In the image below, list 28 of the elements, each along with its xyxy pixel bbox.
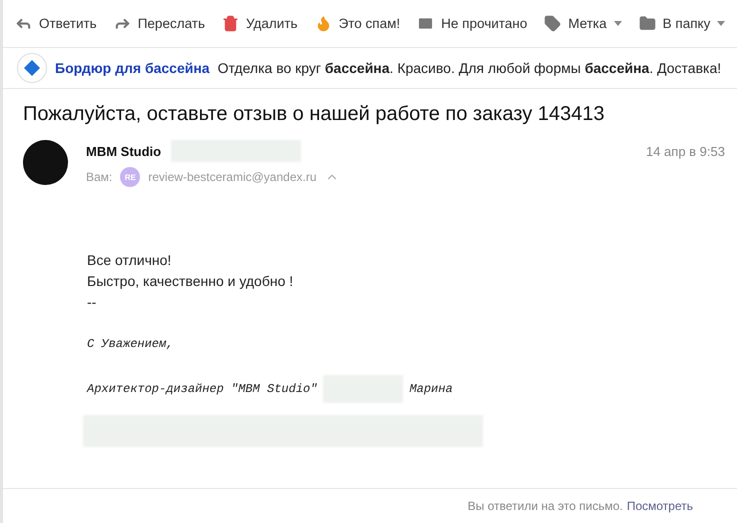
trash-icon [222,15,240,32]
ad-text: Отделка во круг бассейна. Красиво. Для любой формы бассейна. Доставка! [218,60,722,76]
toolbar-button[interactable]: Удалить [222,15,298,32]
toolbar-button[interactable]: Это спам! [314,15,400,32]
recipient-avatar: RE [120,167,140,187]
toolbar-button[interactable]: Переслать [114,15,206,32]
message-line: Все отлично! [87,251,172,270]
toolbar-button[interactable]: Ответить [15,15,97,32]
sender-avatar [23,140,68,185]
toolbar-button[interactable]: В папку [638,15,726,32]
message-line: Быстро, качественно и удобно ! [87,272,294,291]
message-line: -- [87,293,98,312]
recipient-email: review-bestceramic@yandex.ru [148,170,317,184]
email-date: 14 апр в 9:53 [646,144,725,158]
tag-icon [544,15,562,32]
ad-link[interactable]: Бордюр для бассейна [55,60,210,76]
toolbar-button[interactable]: Метка [544,15,622,32]
diamond-icon [24,60,40,76]
signature-line: С Уважением, [87,337,174,351]
to-label: Вам: [86,170,112,184]
signature-line: Архитектор-дизайнер "MBM Studio" [87,382,318,396]
sender-name: MBM Studio [86,144,162,158]
reply-notice: Вы ответили на это письмо. [468,499,623,513]
folder-icon [638,15,656,32]
toolbar-button[interactable]: Не прочитано [417,15,528,32]
signature-name: Марина [409,382,453,396]
view-link[interactable]: Посмотреть [626,499,693,513]
email-subject: Пожалуйста, оставьте отзыв о нашей работе по заказу 143413 [23,103,606,126]
